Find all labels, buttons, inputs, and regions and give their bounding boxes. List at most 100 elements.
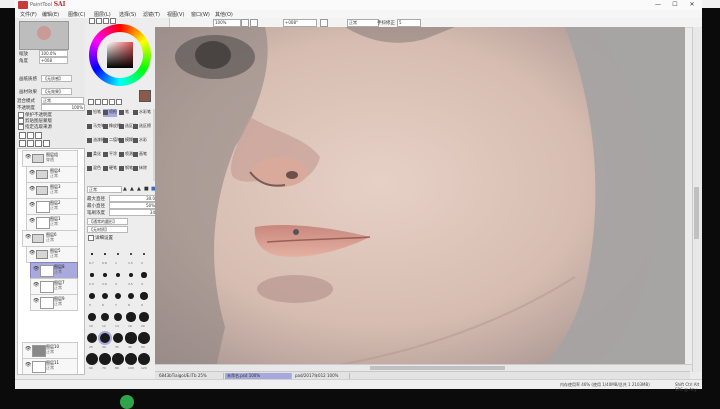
brush-size-dot[interactable] (103, 273, 107, 277)
vertical-scroll-thumb[interactable] (694, 187, 699, 239)
brush-size-dot[interactable] (88, 313, 96, 321)
tool-splash[interactable]: 喷溅 (119, 151, 133, 159)
stabilizer-select[interactable]: 5 (397, 19, 421, 27)
minimize-button[interactable]: — (650, 0, 666, 9)
brush-size-dot[interactable] (87, 333, 97, 343)
tool-pen[interactable]: 钢笔 (119, 165, 133, 173)
zoom-field[interactable]: 100% (213, 19, 241, 27)
menu-canvas[interactable]: 图像(C) (68, 11, 85, 18)
brush-size-dot[interactable] (139, 312, 149, 322)
brush-size-dot[interactable] (114, 292, 122, 300)
menu-view[interactable]: 视图(V) (167, 11, 184, 18)
brush-size-dot[interactable] (112, 353, 124, 365)
density-slider[interactable]: 34 (109, 209, 157, 216)
brush-size-dot[interactable] (112, 332, 124, 344)
eye-icon[interactable]: 👁 (33, 299, 39, 304)
shape-medium-icon[interactable]: ▲ (130, 186, 134, 192)
brush-texture-select[interactable]: 【无材质】 (87, 226, 128, 233)
layer-row[interactable]: 👁 图层11 正常 (22, 358, 78, 374)
zoom-tool-icon[interactable] (95, 99, 101, 105)
new-linework-icon[interactable] (27, 132, 34, 139)
flip-icon[interactable] (320, 19, 328, 27)
tool-paintbrush[interactable]: 画笔 (133, 151, 147, 159)
color-wheel[interactable] (89, 24, 151, 86)
eye-icon[interactable]: 👁 (25, 155, 31, 160)
tool-hard-pen[interactable]: 硬笔 (103, 165, 117, 173)
brush-size-dot[interactable] (116, 252, 120, 256)
brush-size-dot[interactable] (99, 332, 111, 344)
brush-size-dot[interactable] (91, 253, 93, 255)
brush-size-dot[interactable] (115, 272, 121, 278)
close-button[interactable]: ✕ (684, 0, 700, 9)
transfer-down-icon[interactable] (19, 140, 26, 147)
navigator-preview[interactable] (19, 21, 69, 50)
brush-size-dot[interactable] (125, 332, 137, 344)
brush-size-dot[interactable] (100, 312, 110, 322)
eye-icon[interactable]: 👁 (33, 283, 39, 288)
move-tool-icon[interactable] (88, 99, 94, 105)
brush-size-dot[interactable] (101, 292, 108, 299)
brush-size-dot[interactable] (128, 272, 134, 278)
effect-select[interactable]: 【无效果】 (41, 88, 72, 95)
brush-shape-select[interactable]: 【通常的圆形】 (87, 218, 128, 225)
layer-row[interactable]: 👁 图层3 正常 (26, 182, 78, 199)
tool-flat[interactable]: 平涂 (103, 151, 117, 159)
taskbar-app-icon[interactable] (120, 395, 134, 409)
tool-select-eraser[interactable]: 选区擦 (133, 123, 151, 131)
tool-pencil[interactable]: 铅笔 (87, 109, 101, 117)
eye-icon[interactable]: 👁 (29, 251, 35, 256)
shape-square-icon[interactable]: ■ (144, 186, 149, 192)
new-layer-icon[interactable] (19, 132, 26, 139)
tool-soften[interactable]: 柔化 (87, 151, 101, 159)
layer-row[interactable]: 👁 图层1 正常 (26, 214, 78, 231)
palette-mode-icon[interactable] (110, 18, 116, 24)
tool-blur[interactable]: 模糊 (119, 137, 133, 145)
rotate-left-icon[interactable] (241, 19, 249, 27)
hsv-slider-mode-icon[interactable] (103, 18, 109, 24)
rgb-slider-mode-icon[interactable] (96, 18, 102, 24)
rotate-right-icon[interactable] (250, 19, 258, 27)
opacity-slider[interactable]: 100% (41, 104, 85, 111)
tool-wipe[interactable]: 抹除 (133, 165, 147, 173)
eye-icon[interactable]: 👁 (29, 203, 35, 208)
eye-icon[interactable]: 👁 (29, 171, 35, 176)
hand-tool-icon[interactable] (109, 99, 115, 105)
brush-size-dot[interactable] (126, 312, 136, 322)
angle-field[interactable]: +008° (283, 19, 317, 27)
brush-blend-select[interactable]: 正常 (87, 186, 122, 193)
brush-size-dot[interactable] (125, 353, 137, 365)
tool-airbrush[interactable]: 喷枪 (103, 109, 117, 117)
eye-icon[interactable]: 👁 (25, 347, 31, 352)
canvas[interactable] (155, 27, 685, 372)
eye-icon[interactable]: 👁 (25, 235, 31, 240)
blend-select[interactable]: 正常 (347, 19, 379, 27)
nav-zoom-field[interactable]: 100.0% (39, 50, 68, 57)
eye-icon[interactable]: 👁 (29, 219, 35, 224)
layer-row[interactable]: 👁 图层10 正常 (22, 342, 78, 359)
nav-angle-field[interactable]: +008 (39, 57, 68, 64)
menu-file[interactable]: 文件(F) (20, 11, 37, 18)
layer-row[interactable]: 👁 图层2 正常 (26, 198, 78, 215)
layer-row[interactable]: 👁 图层4 正常 (26, 166, 78, 183)
color-wheel-mode-icon[interactable] (89, 18, 95, 24)
brush-size-dot[interactable] (90, 273, 94, 277)
sv-square[interactable] (107, 42, 133, 68)
clear-layer-icon[interactable] (35, 140, 42, 147)
tool-watercolor[interactable]: 水彩 (133, 137, 147, 145)
layer-row-selected[interactable]: 👁 图层8 正常 (30, 262, 78, 279)
restore-button[interactable]: ☐ (667, 0, 683, 9)
shape-hard-icon[interactable]: ▲ (137, 186, 141, 192)
eyedropper-tool-icon[interactable] (116, 99, 122, 105)
shape-soft-icon[interactable]: ▲ (123, 186, 127, 192)
selection-source-checkbox[interactable] (18, 124, 24, 130)
detail-settings-checkbox[interactable] (88, 235, 94, 241)
layer-row[interactable]: 👁 图层9 正常 (30, 294, 78, 311)
brush-size-dot[interactable] (142, 252, 146, 256)
foreground-color-swatch[interactable] (139, 90, 151, 102)
brush-size-dot[interactable] (127, 292, 135, 300)
vertical-scrollbar[interactable] (692, 27, 701, 372)
brush-size-dot[interactable] (129, 252, 133, 256)
brush-size-dot[interactable] (140, 292, 148, 300)
layer-row[interactable]: 👁 图层5 正常 (26, 246, 78, 263)
eye-icon[interactable]: 👁 (33, 267, 39, 272)
